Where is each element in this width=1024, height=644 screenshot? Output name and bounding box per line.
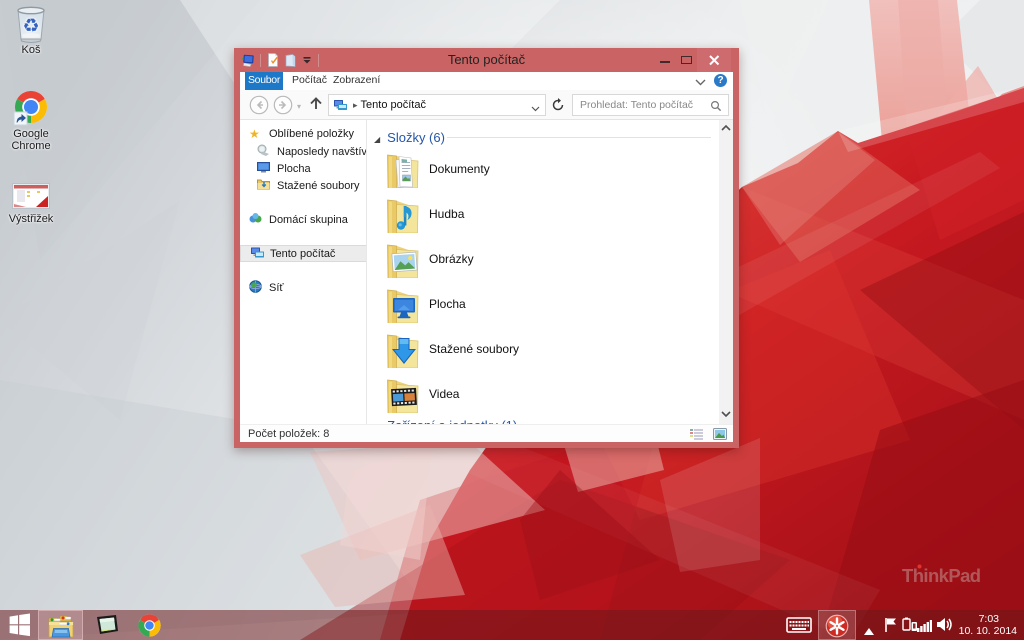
svg-text:♻: ♻ <box>22 16 39 37</box>
svg-text:ThinkPad: ThinkPad <box>902 565 981 586</box>
